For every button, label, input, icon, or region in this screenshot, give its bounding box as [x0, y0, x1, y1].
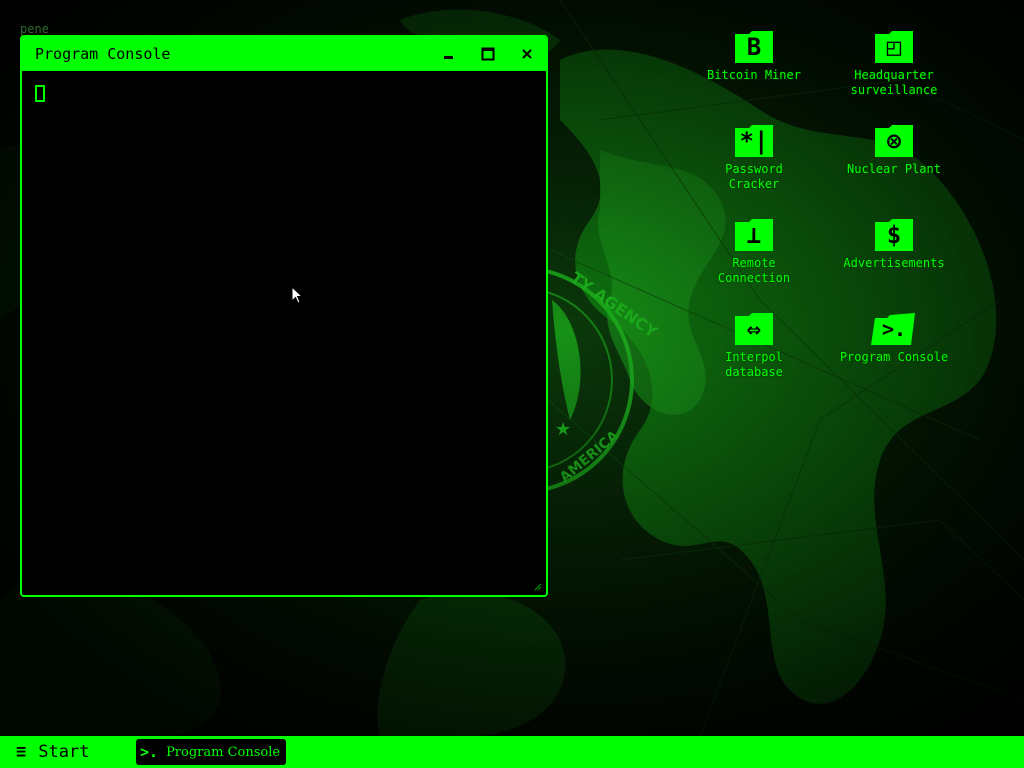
nuclear-icon: ⊗	[873, 124, 915, 158]
icon-label: Bitcoin Miner	[707, 68, 801, 82]
minimize-button[interactable]	[429, 37, 468, 71]
close-button[interactable]	[507, 37, 546, 71]
icon-label: Headquarter surveillance	[850, 68, 938, 97]
taskbar-item-program-console[interactable]: >. Program Console	[136, 739, 287, 765]
bitcoin-icon: B	[733, 30, 775, 64]
icon-glyph: *|	[739, 127, 769, 155]
desktop-icon-interpol-database[interactable]: ⇔ Interpol database	[689, 312, 819, 380]
icon-label: Remote Connection	[717, 256, 791, 285]
console-output-area[interactable]	[22, 71, 546, 595]
text-cursor	[35, 85, 45, 102]
password-icon: *|	[733, 124, 775, 158]
maximize-button[interactable]	[468, 37, 507, 71]
desktop-corner-text: pene	[20, 22, 49, 36]
icon-label: Password Cracker	[725, 162, 783, 191]
terminal-icon: >.	[871, 312, 915, 346]
maximize-icon	[481, 47, 494, 61]
program-console-window: Program Console	[20, 35, 548, 597]
window-titlebar[interactable]: Program Console	[22, 37, 546, 71]
icon-label: Interpol database	[725, 350, 783, 379]
mouse-pointer-icon	[291, 286, 304, 304]
desktop-icon-nuclear-plant[interactable]: ⊗ Nuclear Plant	[829, 124, 959, 177]
remote-icon: ⊥	[733, 218, 775, 252]
icon-glyph: ◰	[886, 33, 902, 61]
start-label: Start	[38, 742, 90, 762]
close-icon	[521, 49, 532, 59]
desktop-icon-bitcoin-miner[interactable]: B Bitcoin Miner	[689, 30, 819, 83]
icon-label: Program Console	[839, 350, 949, 364]
dollar-icon: $	[873, 218, 915, 252]
menu-icon: ≡	[16, 742, 27, 762]
icon-label: Advertisements	[843, 256, 945, 270]
desktop-icon-headquarter-surveillance[interactable]: ◰ Headquarter surveillance	[829, 30, 959, 98]
desktop-icon-program-console[interactable]: >. Program Console	[829, 312, 959, 365]
desktop-icon-password-cracker[interactable]: *| Password Cracker	[689, 124, 819, 192]
start-button[interactable]: ≡ Start	[0, 736, 120, 768]
icon-glyph: >.	[881, 317, 907, 341]
desktop: TY AGENCY AMERICA ★ pene B Bitcoin Miner…	[0, 0, 1024, 736]
desktop-icon-remote-connection[interactable]: ⊥ Remote Connection	[689, 218, 819, 286]
icon-glyph: B	[746, 33, 762, 61]
exchange-icon: ⇔	[733, 312, 775, 346]
window-title: Program Console	[35, 45, 171, 63]
taskbar-item-label: Program Console	[166, 744, 281, 760]
terminal-icon: >.	[140, 743, 159, 761]
surveillance-icon: ◰	[873, 30, 915, 64]
icon-glyph: $	[886, 221, 902, 249]
desktop-icon-advertisements[interactable]: $ Advertisements	[829, 218, 959, 271]
icon-label: Nuclear Plant	[847, 162, 941, 176]
taskbar: ≡ Start >. Program Console	[0, 736, 1024, 768]
resize-grip-icon[interactable]	[532, 581, 542, 591]
icon-glyph: ⇔	[746, 315, 762, 343]
minimize-icon	[443, 56, 453, 59]
icon-glyph: ⊗	[886, 127, 902, 155]
icon-glyph: ⊥	[746, 221, 762, 249]
